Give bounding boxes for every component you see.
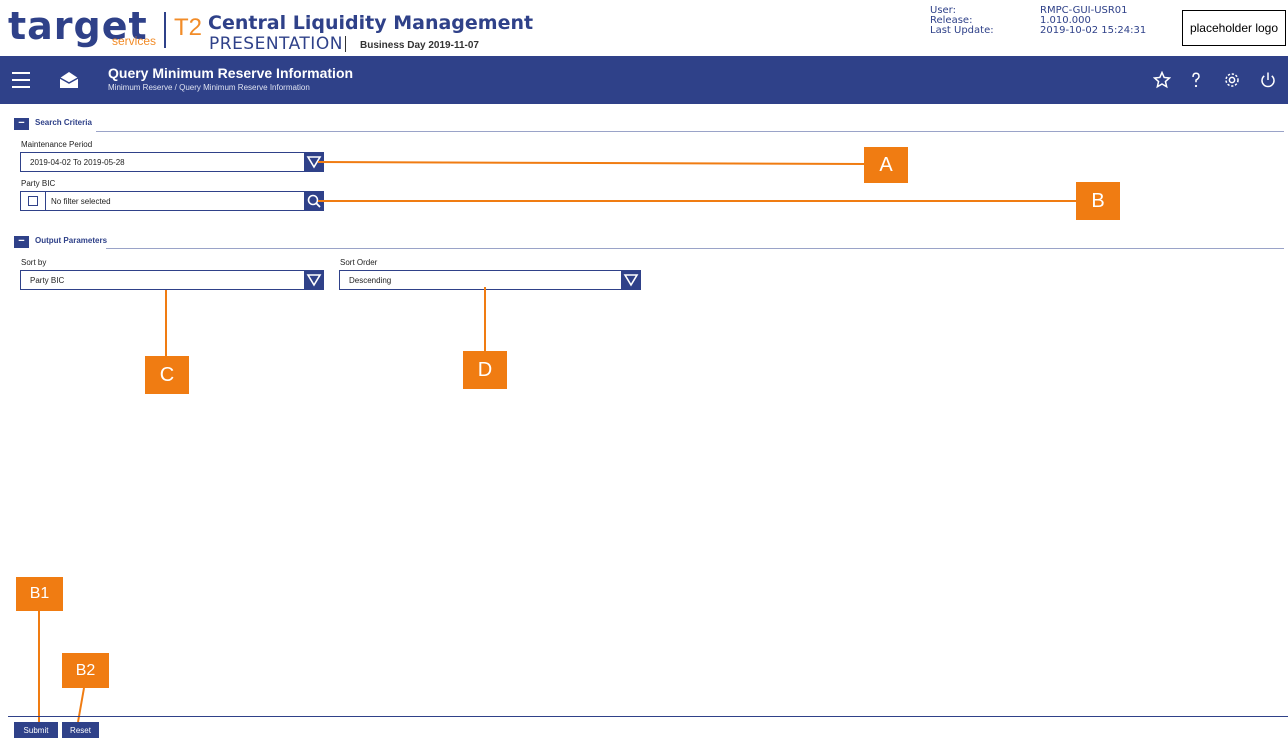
footer-divider <box>8 716 1288 717</box>
party-bic-field[interactable]: No filter selected <box>20 191 324 211</box>
last-update-value: 2019-10-02 15:24:31 <box>1040 25 1147 36</box>
service-label: T2 <box>174 14 203 41</box>
sort-by-select[interactable]: Party BIC <box>20 270 324 290</box>
party-bic-value: No filter selected <box>51 197 111 206</box>
sort-by-dropdown-button[interactable] <box>304 270 324 290</box>
logo-divider <box>164 12 166 48</box>
top-header: target services T2 Central Liquidity Man… <box>0 0 1288 56</box>
sort-by-value: Party BIC <box>30 276 65 285</box>
section-divider <box>96 131 1284 132</box>
breadcrumb: Minimum Reserve / Query Minimum Reserve … <box>108 83 310 92</box>
chevron-down-icon <box>623 274 639 287</box>
app-title: Central Liquidity Management <box>208 12 534 34</box>
target-logo-subtitle: services <box>112 34 157 48</box>
maintenance-period-value: 2019-04-02 To 2019-05-28 <box>30 158 125 167</box>
reset-button[interactable]: Reset <box>62 722 99 738</box>
maintenance-period-label: Maintenance Period <box>21 140 93 149</box>
party-bic-checkbox[interactable] <box>28 196 38 206</box>
menu-icon[interactable] <box>12 72 30 88</box>
maintenance-period-select[interactable]: 2019-04-02 To 2019-05-28 <box>20 152 324 172</box>
last-update-label: Last Update: <box>930 25 994 36</box>
output-parameters-collapse-button[interactable]: − <box>14 236 29 248</box>
maintenance-period-dropdown-button[interactable] <box>304 152 324 172</box>
business-day: Business Day 2019-11-07 <box>360 40 479 51</box>
chevron-down-icon <box>306 274 322 287</box>
user-info-labels: User: Release: Last Update: <box>930 6 994 36</box>
callout-b1: B1 <box>16 577 63 611</box>
callout-b: B <box>1076 182 1120 220</box>
star-icon[interactable] <box>1150 68 1174 92</box>
sort-order-dropdown-button[interactable] <box>621 270 641 290</box>
placeholder-logo: placeholder logo <box>1182 10 1286 46</box>
search-icon <box>307 194 321 208</box>
callout-d: D <box>463 351 507 389</box>
page: target services T2 Central Liquidity Man… <box>0 0 1288 738</box>
mail-icon <box>57 68 81 92</box>
chevron-down-icon <box>306 156 322 169</box>
power-icon[interactable] <box>1256 68 1280 92</box>
party-bic-label: Party BIC <box>21 179 56 188</box>
party-bic-search-button[interactable] <box>304 191 324 211</box>
help-icon[interactable] <box>1184 68 1208 92</box>
settings-icon[interactable] <box>1220 68 1244 92</box>
output-parameters-title: Output Parameters <box>35 236 108 245</box>
sort-by-label: Sort by <box>21 258 47 267</box>
sort-order-select[interactable]: Descending <box>339 270 641 290</box>
page-title: Query Minimum Reserve Information <box>108 65 354 81</box>
callout-a: A <box>864 147 908 183</box>
submit-button[interactable]: Submit <box>14 722 58 738</box>
sort-order-value: Descending <box>349 276 392 285</box>
nav-bar: Query Minimum Reserve Information Minimu… <box>0 56 1288 104</box>
callout-c: C <box>145 356 189 394</box>
environment-divider <box>345 36 346 52</box>
callout-lines <box>38 161 1076 723</box>
callout-b2: B2 <box>62 653 109 688</box>
search-criteria-collapse-button[interactable]: − <box>14 118 29 130</box>
section-divider <box>106 248 1284 249</box>
user-info-values: RMPC-GUI-USR01 1.010.000 2019-10-02 15:2… <box>1040 6 1146 36</box>
environment-label: PRESENTATION <box>209 34 343 54</box>
sort-order-label: Sort Order <box>340 258 378 267</box>
field-separator <box>45 192 46 210</box>
search-criteria-title: Search Criteria <box>35 118 92 127</box>
